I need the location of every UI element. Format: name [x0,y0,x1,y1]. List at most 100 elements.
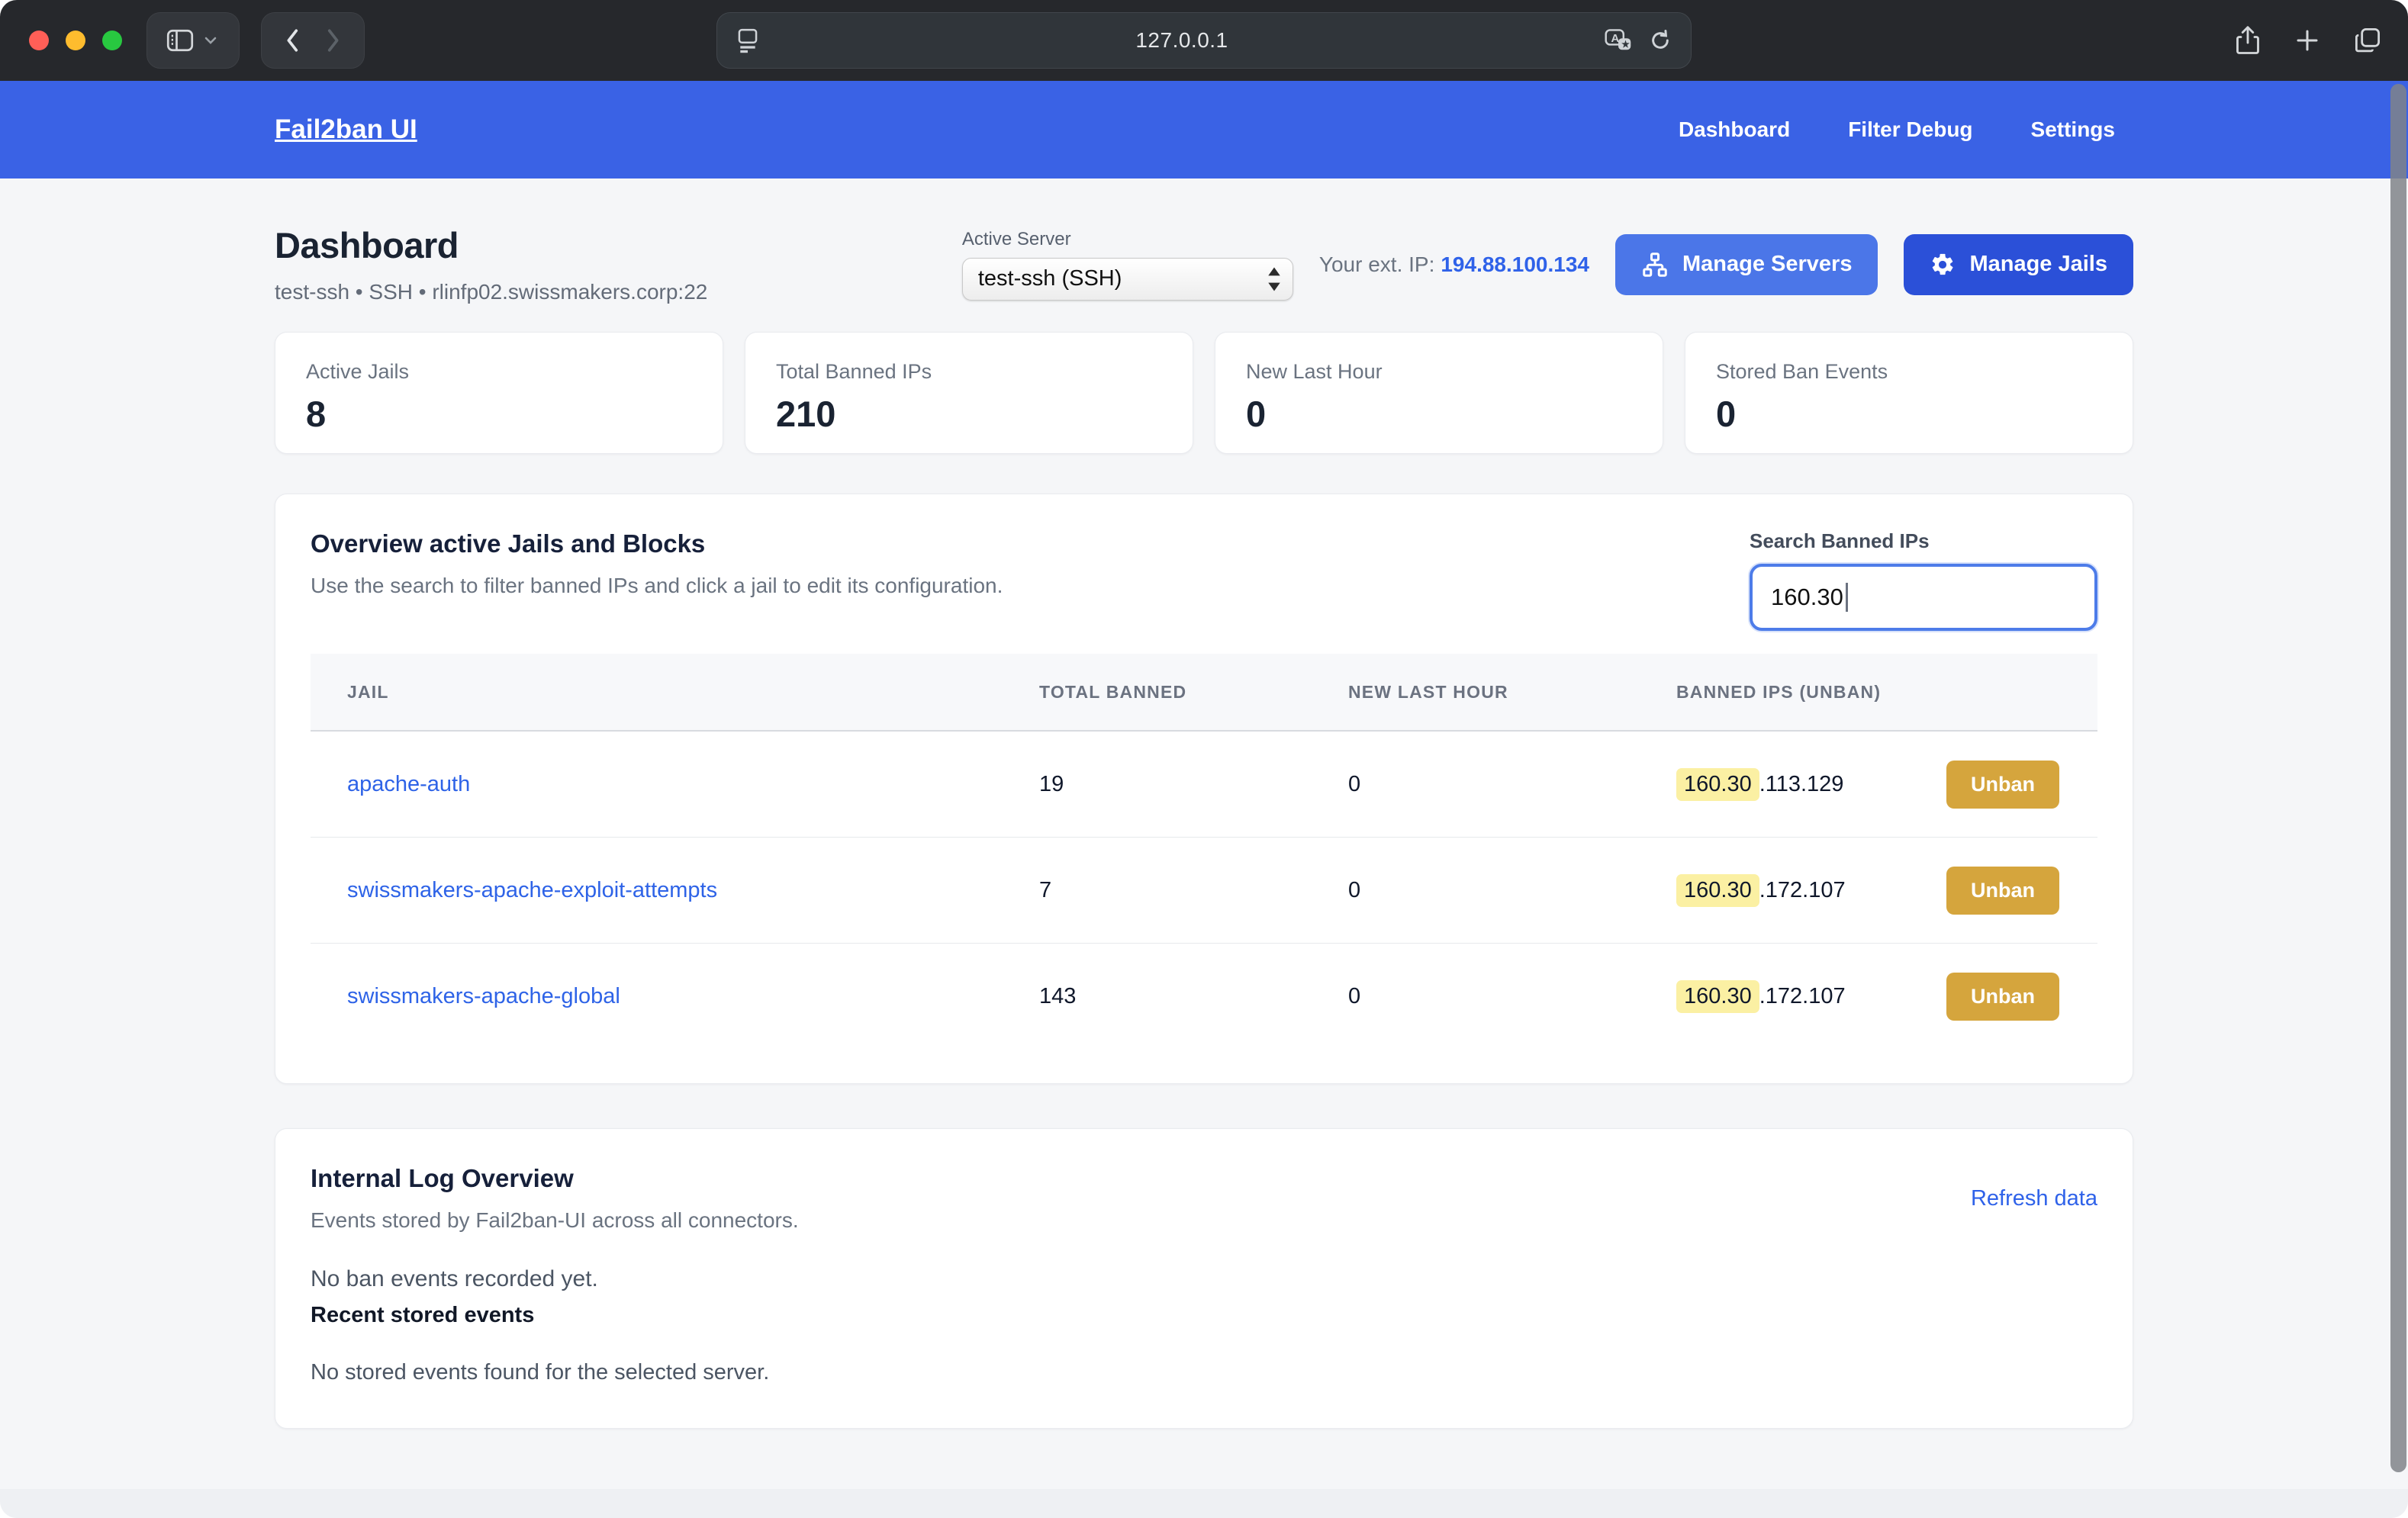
gear-icon [1930,252,1956,278]
svg-text:★: ★ [1621,39,1630,50]
stat-card-stored-ban-events: Stored Ban Events 0 [1685,332,2133,454]
external-ip-value: 194.88.100.134 [1441,252,1589,276]
stat-label: New Last Hour [1246,360,1632,384]
col-header-total-banned: TOTAL BANNED [1039,682,1348,703]
overview-title-block: Overview active Jails and Blocks Use the… [311,529,1003,598]
back-button[interactable] [283,27,303,53]
ip-rest: .172.107 [1759,984,1846,1009]
unban-button[interactable]: Unban [1946,761,2059,809]
text-caret [1846,583,1848,612]
app-header: Fail2ban UI Dashboard Filter Debug Setti… [0,81,2408,178]
chevron-down-icon [201,31,220,50]
manage-jails-label: Manage Jails [1969,252,2107,277]
col-header-jail: JAIL [311,682,1039,703]
overview-card: Overview active Jails and Blocks Use the… [275,494,2133,1084]
table-row: apache-auth 19 0 160.30.113.129 Unban [311,732,2097,838]
stat-label: Stored Ban Events [1716,360,2102,384]
sidebar-icon [166,29,194,52]
overview-subtitle: Use the search to filter banned IPs and … [311,574,1003,598]
stat-card-total-banned: Total Banned IPs 210 [745,332,1193,454]
manage-jails-button[interactable]: Manage Jails [1904,234,2133,295]
table-row: swissmakers-apache-global 143 0 160.30.1… [311,944,2097,1050]
stat-value: 0 [1716,393,2102,435]
external-ip-label: Your ext. IP: [1319,252,1435,276]
ip-match-highlight: 160.30 [1676,768,1759,801]
col-header-banned-ips: BANNED IPS (UNBAN) [1676,682,2097,703]
active-server-select[interactable]: test-ssh (SSH) [962,258,1293,301]
select-stepper-icon [1267,266,1282,292]
reader-icon[interactable] [736,27,760,54]
window-bottom-strip [0,1489,2408,1518]
unban-button[interactable]: Unban [1946,973,2059,1021]
stat-value: 210 [776,393,1162,435]
stat-label: Total Banned IPs [776,360,1162,384]
sidebar-toggle-button[interactable] [146,12,240,69]
recent-stored-events-title: Recent stored events [311,1303,2097,1328]
search-input-value: 160.30 [1771,584,1843,611]
main-content: Dashboard test-ssh • SSH • rlinfp02.swis… [275,178,2133,1429]
jail-link[interactable]: swissmakers-apache-global [347,984,620,1008]
new-last-hour-value: 0 [1348,878,1676,903]
unban-button[interactable]: Unban [1946,867,2059,915]
translate-icon[interactable]: A ★ [1604,27,1633,53]
table-header-row: JAIL TOTAL BANNED NEW LAST HOUR BANNED I… [311,654,2097,732]
stat-cards: Active Jails 8 Total Banned IPs 210 New … [275,332,2133,454]
ip-match-highlight: 160.30 [1676,874,1759,907]
browser-chrome: 127.0.0.1 A ★ [0,0,2408,81]
stat-value: 0 [1246,393,1632,435]
zoom-window-button[interactable] [102,31,122,50]
page-title-block: Dashboard test-ssh • SSH • rlinfp02.swis… [275,224,707,304]
ip-match-highlight: 160.30 [1676,980,1759,1013]
nav-item-dashboard[interactable]: Dashboard [1679,117,1790,142]
overview-title: Overview active Jails and Blocks [311,529,1003,558]
nav-item-settings[interactable]: Settings [2031,117,2115,142]
manage-servers-label: Manage Servers [1682,252,1852,277]
main-nav: Dashboard Filter Debug Settings [1679,117,2115,142]
reload-icon[interactable] [1648,28,1672,53]
jails-table: JAIL TOTAL BANNED NEW LAST HOUR BANNED I… [311,654,2097,1050]
total-banned-value: 7 [1039,878,1348,903]
table-row: swissmakers-apache-exploit-attempts 7 0 … [311,838,2097,944]
new-tab-icon[interactable] [2294,27,2321,54]
new-last-hour-value: 0 [1348,772,1676,797]
page-title: Dashboard [275,224,707,266]
external-ip: Your ext. IP:194.88.100.134 [1319,252,1589,277]
active-server-value: test-ssh (SSH) [978,266,1267,291]
page-subtitle: test-ssh • SSH • rlinfp02.swissmakers.co… [275,280,707,304]
stat-value: 8 [306,393,692,435]
manage-servers-button[interactable]: Manage Servers [1615,234,1878,295]
internal-log-card: Internal Log Overview Events stored by F… [275,1128,2133,1429]
close-window-button[interactable] [29,31,49,50]
jail-link[interactable]: apache-auth [347,772,470,796]
refresh-data-link[interactable]: Refresh data [1971,1186,2097,1211]
history-nav [261,12,365,69]
stat-card-new-last-hour: New Last Hour 0 [1215,332,1663,454]
sitemap-icon [1641,251,1669,278]
log-subtitle: Events stored by Fail2ban-UI across all … [311,1208,799,1233]
brand-logo[interactable]: Fail2ban UI [275,114,417,145]
ip-rest: .113.129 [1759,772,1844,797]
traffic-lights [29,31,122,50]
jail-link[interactable]: swissmakers-apache-exploit-attempts [347,878,717,902]
col-header-new-last-hour: NEW LAST HOUR [1348,682,1676,703]
address-bar[interactable]: 127.0.0.1 A ★ [716,12,1692,69]
svg-text:A: A [1611,32,1620,45]
tab-overview-icon[interactable] [2353,26,2382,55]
browser-window: 127.0.0.1 A ★ [0,0,2408,1518]
scrollbar-thumb[interactable] [2390,84,2406,1472]
log-title: Internal Log Overview [311,1164,799,1193]
log-title-block: Internal Log Overview Events stored by F… [311,1164,799,1233]
nav-item-filter-debug[interactable]: Filter Debug [1848,117,1972,142]
search-banned-ips-label: Search Banned IPs [1750,529,2097,553]
minimize-window-button[interactable] [66,31,85,50]
active-server-label: Active Server [962,229,1293,250]
ip-rest: .172.107 [1759,878,1846,903]
total-banned-value: 19 [1039,772,1348,797]
total-banned-value: 143 [1039,984,1348,1009]
no-ban-events-text: No ban events recorded yet. [311,1266,2097,1292]
stat-card-active-jails: Active Jails 8 [275,332,723,454]
forward-button[interactable] [323,27,343,53]
no-stored-events-text: No stored events found for the selected … [311,1360,2097,1385]
share-icon[interactable] [2234,24,2262,56]
search-banned-ips-input[interactable]: 160.30 [1750,564,2097,631]
